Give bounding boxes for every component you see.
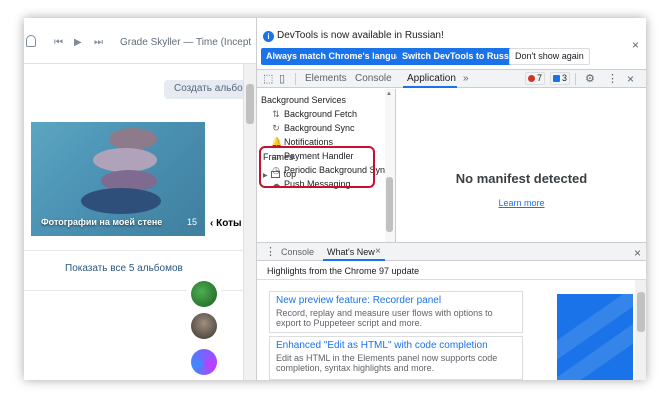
whats-new-card[interactable]: New preview feature: Recorder panel Reco…: [269, 291, 523, 333]
devtools-toolbar: ⬚ ▯ Elements Console Application » 7 3 ⚙…: [257, 70, 646, 88]
application-main: No manifest detected Learn more: [396, 89, 646, 242]
error-count: 7: [537, 73, 543, 83]
vk-scrollbar[interactable]: [243, 64, 256, 380]
divider: [24, 250, 243, 251]
drawer-menu-icon[interactable]: ⋮: [265, 245, 276, 258]
device-toolbar-icon[interactable]: ▯: [279, 73, 285, 85]
scroll-up-arrow-icon[interactable]: ▲: [386, 91, 392, 97]
cat-illustration: [81, 188, 161, 214]
avatar[interactable]: [191, 281, 217, 307]
sync-icon: ↻: [272, 123, 280, 133]
bell-icon[interactable]: [26, 35, 36, 47]
tree-item-label: Background Fetch: [284, 109, 358, 119]
frames-heading: Frames: [263, 152, 294, 162]
cat-illustration: [93, 148, 157, 172]
close-devtools-icon[interactable]: ×: [627, 73, 634, 85]
card-title-link[interactable]: Enhanced "Edit as HTML" with code comple…: [276, 340, 516, 351]
avatar[interactable]: [191, 313, 217, 339]
dont-show-again-button[interactable]: Don't show again: [509, 48, 590, 65]
error-icon: [528, 75, 535, 82]
vk-topbar: ⏮ ▶ ⏭ Grade Skyller — Time (Incept: [24, 18, 256, 64]
infobar-message: DevTools is now available in Russian!: [277, 30, 444, 41]
close-tab-icon[interactable]: ×: [375, 246, 381, 257]
chat-avatar-rail: [187, 277, 221, 380]
drawer-tab-whats-new[interactable]: What's New: [327, 247, 375, 257]
whats-new-banner-image: [557, 294, 633, 380]
tree-item-background-sync[interactable]: ↻ Background Sync: [271, 123, 355, 134]
close-drawer-icon[interactable]: ×: [634, 246, 641, 260]
scrollbar-thumb[interactable]: [246, 84, 254, 124]
tree-item-label: Background Sync: [284, 123, 355, 133]
language-infobar: i DevTools is now available in Russian! …: [257, 18, 646, 70]
create-album-button[interactable]: Создать альбом: [164, 80, 246, 99]
card-description: Edit as HTML in the Elements panel now s…: [276, 353, 498, 373]
drawer-tabbar: ⋮ Console What's New × ×: [257, 242, 646, 261]
drawer-tab-console[interactable]: Console: [281, 247, 314, 257]
toolbar-separator: [295, 73, 296, 85]
match-chrome-language-button[interactable]: Always match Chrome's language: [261, 48, 417, 65]
message-icon: [553, 75, 560, 82]
no-manifest-message: No manifest detected: [455, 171, 588, 186]
previous-track-icon[interactable]: ⏮: [54, 37, 63, 48]
active-tab-indicator: [323, 259, 385, 261]
drawer-scrollbar[interactable]: [635, 280, 646, 380]
inspect-element-icon[interactable]: ⬚: [263, 73, 273, 85]
card-description: Record, replay and measure user flows wi…: [276, 308, 493, 328]
whats-new-card[interactable]: Enhanced "Edit as HTML" with code comple…: [269, 336, 523, 380]
tab-console[interactable]: Console: [355, 73, 392, 84]
tree-item-background-fetch[interactable]: ⇅ Background Fetch: [271, 109, 357, 120]
sidebar-scrollbar[interactable]: ▲: [385, 89, 395, 242]
errors-badge[interactable]: 7: [525, 72, 546, 85]
frame-icon: [270, 171, 280, 178]
avatar[interactable]: [191, 349, 217, 375]
more-tabs-icon[interactable]: »: [463, 73, 469, 84]
album-side-label[interactable]: ‹ Коты: [210, 218, 242, 229]
vk-content: Создать альбом Фотографии на моей стене …: [24, 64, 246, 380]
album-title: Фотографии на моей стене: [41, 217, 163, 227]
expand-arrow-icon[interactable]: ▶: [263, 173, 268, 179]
more-options-icon[interactable]: ⋮: [607, 73, 618, 85]
active-tab-indicator: [403, 86, 457, 88]
cat-illustration: [109, 128, 157, 150]
next-track-icon[interactable]: ⏭: [94, 37, 103, 48]
album-card[interactable]: Фотографии на моей стене 15: [31, 122, 205, 236]
toolbar-separator: [575, 73, 576, 85]
learn-more-link[interactable]: Learn more: [396, 198, 646, 208]
tab-elements[interactable]: Elements: [305, 73, 347, 84]
gear-icon[interactable]: ⚙: [585, 73, 595, 85]
arrows-icon: ⇅: [272, 109, 280, 119]
vk-page: ⏮ ▶ ⏭ Grade Skyller — Time (Incept Созда…: [24, 18, 256, 380]
tab-application[interactable]: Application: [407, 73, 456, 84]
messages-badge[interactable]: 3: [550, 72, 571, 85]
highlights-text: Highlights from the Chrome 97 update: [267, 266, 420, 276]
devtools-panel: i DevTools is now available in Russian! …: [256, 18, 646, 380]
scrollbar-thumb[interactable]: [386, 177, 393, 232]
track-title[interactable]: Grade Skyller — Time (Incept: [120, 37, 251, 48]
message-count: 3: [562, 73, 568, 83]
scrollbar-thumb[interactable]: [637, 292, 645, 332]
album-count: 15: [186, 217, 197, 227]
switch-to-russian-button[interactable]: Switch DevTools to Russian: [397, 48, 527, 65]
info-icon: i: [263, 31, 274, 42]
card-title-link[interactable]: New preview feature: Recorder panel: [276, 295, 516, 306]
frame-top-item[interactable]: ▶ top: [263, 169, 296, 179]
screenshot-frame: ⏮ ▶ ⏭ Grade Skyller — Time (Incept Созда…: [24, 18, 646, 380]
whats-new-header: Highlights from the Chrome 97 update: [257, 262, 646, 280]
frame-label: top: [283, 169, 297, 179]
show-all-albums-link[interactable]: Показать все 5 альбомов: [65, 263, 183, 274]
play-icon[interactable]: ▶: [74, 37, 82, 48]
background-services-heading: Background Services: [261, 95, 347, 105]
close-icon[interactable]: ×: [632, 38, 639, 52]
